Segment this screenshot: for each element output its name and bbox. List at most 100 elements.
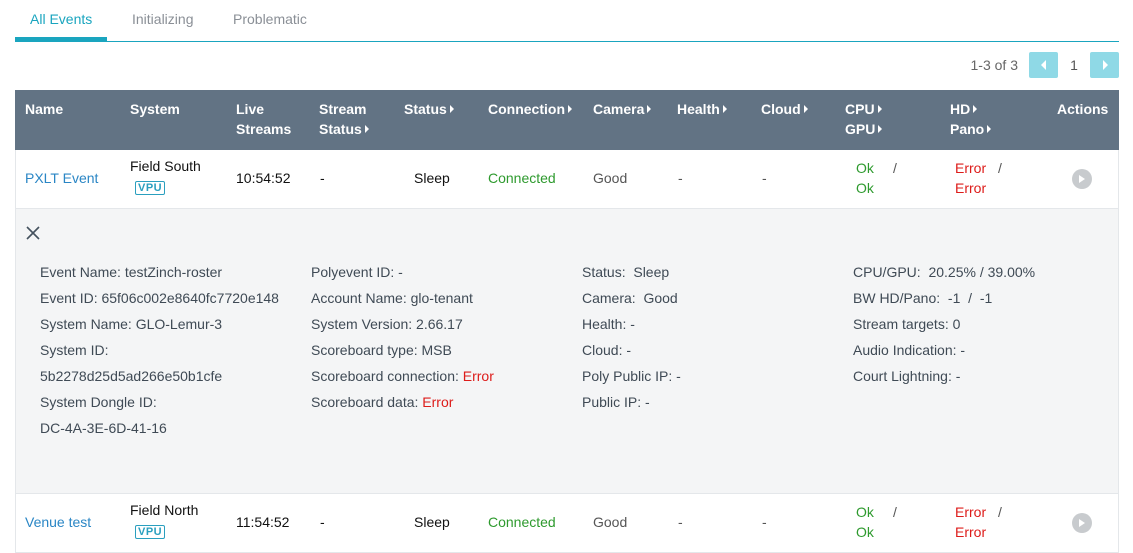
connection-value: Connected	[488, 170, 556, 186]
detail-event-id: Event ID: 65f06c002e8640fc7720e148	[40, 290, 279, 306]
detail-health: Health: -	[582, 316, 635, 332]
cpu-gpu-separator: /	[893, 504, 897, 520]
sort-triangle-icon	[987, 125, 992, 133]
badge-wrap: VPU	[135, 176, 166, 196]
tab-problematic[interactable]: Problematic	[233, 11, 307, 27]
column-cpu-label: CPU	[845, 101, 875, 117]
detail-scoreboard-connection: Scoreboard connection: Error	[311, 363, 494, 389]
current-page[interactable]: 1	[1067, 57, 1081, 73]
column-hd-pano[interactable]: HD Pano	[950, 99, 992, 139]
pano-value: Error	[955, 180, 987, 196]
cpu-value: Ok	[856, 504, 874, 520]
vpu-badge: VPU	[135, 181, 166, 195]
column-status[interactable]: Status	[404, 99, 454, 119]
play-button[interactable]	[1072, 169, 1092, 189]
active-tab-indicator	[15, 37, 107, 41]
detail-dongle-id-label: System Dongle ID:	[40, 394, 157, 410]
gpu-value: Ok	[856, 180, 874, 196]
chevron-left-icon	[1040, 60, 1046, 70]
column-health-label: Health	[677, 101, 720, 117]
event-tabs: All Events Initializing Problematic	[15, 0, 1119, 42]
sort-triangle-icon	[568, 105, 572, 113]
column-connection[interactable]: Connection	[488, 99, 572, 119]
pano-value: Error	[955, 524, 987, 540]
status-value: Sleep	[414, 170, 450, 186]
details-column-status: Status: Sleep Camera: Good Health: - Clo…	[582, 259, 681, 415]
column-health[interactable]: Health	[677, 99, 727, 119]
detail-system-name: System Name: GLO-Lemur-3	[40, 316, 223, 332]
column-stream-status[interactable]: Stream Status	[319, 99, 369, 139]
status-value: Sleep	[414, 514, 450, 530]
stream-status-value: -	[320, 170, 325, 186]
details-column-event: Event Name: testZinch-roster Event ID: 6…	[40, 259, 279, 441]
cloud-value: -	[762, 170, 767, 186]
column-status-label: Status	[404, 101, 447, 117]
column-cloud[interactable]: Cloud	[761, 99, 808, 119]
live-streams-time: 10:54:52	[236, 170, 291, 186]
details-column-performance: CPU/GPU: 20.25% / 39.00% BW HD/Pano: -1 …	[853, 259, 1035, 389]
column-camera[interactable]: Camera	[593, 99, 652, 119]
table-header: Name System Live Streams Stream Status S…	[15, 90, 1119, 150]
play-icon	[1079, 519, 1085, 527]
scoreboard-data-value: Error	[422, 394, 454, 410]
cpu-value: Ok	[856, 160, 874, 176]
vpu-badge: VPU	[135, 525, 166, 539]
camera-value: Good	[593, 514, 628, 530]
column-name: Name	[25, 101, 64, 117]
detail-scoreboard-type: Scoreboard type: MSB	[311, 342, 452, 358]
sort-triangle-icon	[877, 105, 882, 113]
stream-status-value: -	[320, 514, 325, 530]
events-table: Name System Live Streams Stream Status S…	[15, 90, 1119, 553]
health-value: -	[678, 514, 683, 530]
column-system: System	[130, 101, 180, 117]
play-button[interactable]	[1072, 513, 1092, 533]
column-cloud-label: Cloud	[761, 101, 801, 117]
detail-scoreboard-data: Scoreboard data: Error	[311, 389, 494, 415]
detail-cloud: Cloud: -	[582, 342, 632, 358]
sort-triangle-icon	[973, 105, 978, 113]
detail-camera: Camera: Good	[582, 290, 678, 306]
scoreboard-connection-value: Error	[462, 368, 494, 384]
column-live-streams-line1: Live	[236, 101, 265, 117]
detail-account-name: Account Name: glo-tenant	[311, 290, 473, 306]
detail-polyevent-id: Polyevent ID: -	[311, 264, 403, 280]
pagination-info: 1-3 of 3	[970, 57, 1018, 73]
detail-poly-public-ip: Poly Public IP: -	[582, 368, 681, 384]
prev-page-button[interactable]	[1029, 52, 1058, 78]
close-icon[interactable]	[25, 225, 41, 241]
connection-value: Connected	[488, 514, 556, 530]
table-row[interactable]: PXLT Event Field South VPU 10:54:52 - Sl…	[15, 150, 1119, 209]
sort-triangle-icon	[364, 125, 369, 133]
detail-system-id-label: System ID:	[40, 342, 109, 358]
sort-triangle-icon	[803, 105, 808, 113]
tab-all-events[interactable]: All Events	[30, 11, 92, 27]
table-row[interactable]: Venue test Field North VPU 11:54:52 - Sl…	[15, 494, 1119, 553]
scoreboard-data-label: Scoreboard data:	[311, 394, 419, 410]
chevron-right-icon	[1102, 60, 1108, 70]
event-name-link[interactable]: PXLT Event	[25, 168, 98, 188]
health-value: -	[678, 170, 683, 186]
next-page-button[interactable]	[1090, 52, 1119, 78]
system-name: Field South	[130, 158, 201, 174]
live-streams-time: 11:54:52	[236, 514, 290, 530]
hd-value: Error	[955, 160, 987, 176]
detail-dongle-id-value: DC-4A-3E-6D-41-16	[40, 420, 167, 436]
hd-pano-separator: /	[998, 504, 1002, 520]
column-hd-label: HD	[950, 101, 971, 117]
detail-cpu-gpu: CPU/GPU: 20.25% / 39.00%	[853, 264, 1036, 280]
system-name: Field North	[130, 502, 199, 518]
detail-event-name: Event Name: testZinch-roster	[40, 264, 223, 280]
detail-public-ip: Public IP: -	[582, 394, 650, 410]
detail-court-lightning: Court Lightning: -	[853, 368, 961, 384]
column-gpu-label: GPU	[845, 121, 876, 137]
pagination: 1-3 of 3 1	[971, 52, 1119, 78]
event-name-link[interactable]: Venue test	[25, 512, 91, 532]
column-stream-status-line1: Stream	[319, 101, 367, 117]
cpu-gpu-separator: /	[893, 160, 897, 176]
badge-wrap: VPU	[135, 520, 166, 540]
cloud-value: -	[762, 514, 767, 530]
column-connection-label: Connection	[488, 101, 565, 117]
tab-initializing[interactable]: Initializing	[132, 11, 193, 27]
sort-triangle-icon	[878, 125, 883, 133]
column-cpu-gpu[interactable]: CPU GPU	[845, 99, 883, 139]
